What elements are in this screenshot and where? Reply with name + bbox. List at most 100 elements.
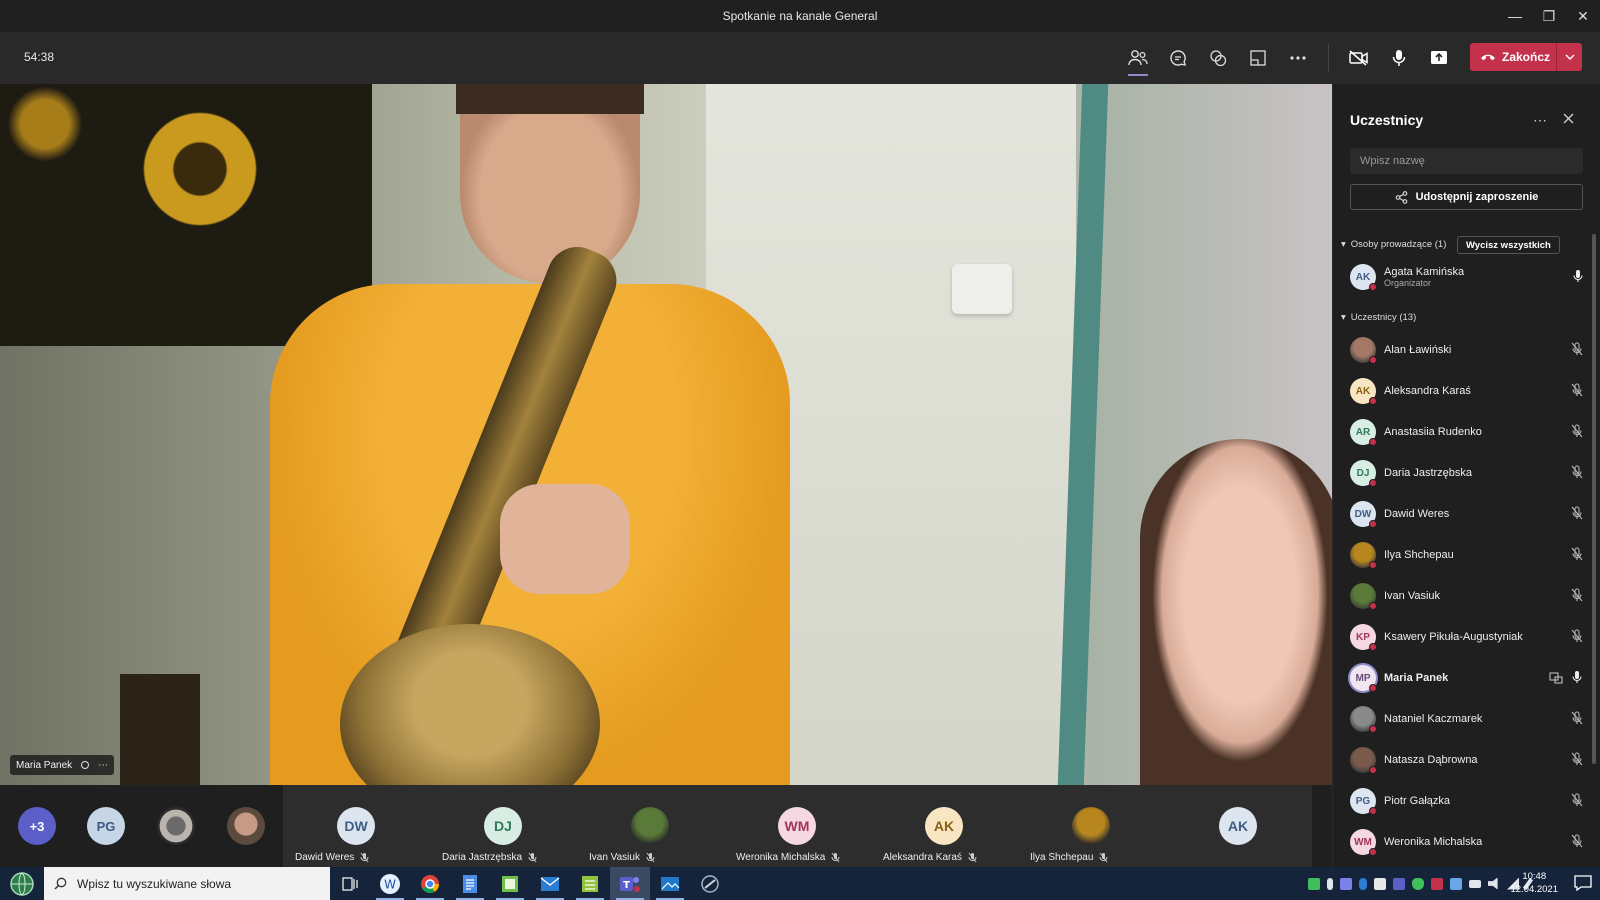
taskbar-app-document[interactable] [450,867,490,900]
tray-microphone-icon[interactable] [1327,877,1333,890]
leave-meeting-button[interactable]: Zakończ [1470,43,1582,71]
participant-row[interactable]: AK Aleksandra Karaś [1350,374,1583,408]
photos-icon [661,876,680,891]
participant-row[interactable]: Ivan Vasiuk [1350,579,1583,613]
participant-row[interactable]: PG Piotr Gałązka [1350,784,1583,818]
avatar: AK [1219,807,1257,845]
reactions-button[interactable] [1198,40,1238,76]
participant-row[interactable]: Natasza Dąbrowna [1350,743,1583,777]
participant-search-input[interactable] [1350,148,1583,174]
tray-app-icon[interactable] [1374,877,1386,890]
leave-button-main[interactable]: Zakończ [1470,50,1556,64]
tray-app-icon[interactable] [1450,877,1462,890]
chat-button[interactable] [1158,40,1198,76]
participant-name: Dawid Weres [295,852,355,863]
video-person-hair [456,84,644,114]
panel-scrollbar[interactable] [1592,234,1596,764]
leave-options-dropdown[interactable] [1556,43,1582,71]
tray-app-icon[interactable] [1340,877,1352,890]
mic-muted-icon [831,852,840,863]
participant-row[interactable]: Alan Ławiński [1350,333,1583,367]
share-screen-button[interactable] [1419,40,1459,76]
camera-toggle-button[interactable] [1339,40,1379,76]
taskbar-app-teams[interactable]: T [610,867,650,900]
taskbar-app-editor[interactable]: W [370,867,410,900]
status-dot [1369,766,1377,774]
participant-row[interactable]: AR Anastasiia Rudenko [1350,415,1583,449]
tray-shield-icon[interactable] [1412,877,1424,890]
taskbar-search[interactable]: Wpisz tu wyszukiwane słowa [44,867,330,900]
leave-button-label: Zakończ [1502,50,1551,64]
mic-muted-icon [1571,711,1583,725]
participant-row[interactable]: KP Ksawery Pikuła-Augustyniak [1350,620,1583,654]
participants-button[interactable] [1118,40,1158,76]
avatar-initials: MP [1355,672,1371,684]
tray-keyboard-icon[interactable] [1469,879,1481,888]
participant-row[interactable]: DJ Daria Jastrzębska [1350,456,1583,490]
participant-row[interactable]: WM Weronika Michalska [1350,825,1583,859]
toolbar-divider [1328,44,1329,72]
participant-tile[interactable]: WM Weronika Michalska [724,785,871,867]
tile-more-icon[interactable]: ⋯ [98,760,108,771]
mute-all-button[interactable]: Wycisz wszystkich [1457,236,1560,254]
avatar [1350,542,1377,569]
taskbar-app-mail[interactable] [530,867,570,900]
taskbar-app-chrome[interactable] [410,867,450,900]
task-view-button[interactable] [330,867,370,900]
close-window-button[interactable]: ✕ [1566,0,1600,32]
more-actions-button[interactable] [1278,40,1318,76]
mic-muted-icon [1571,793,1583,807]
view-button[interactable] [1238,40,1278,76]
participant-tile[interactable]: Ivan Vasiuk [577,785,724,867]
calculator-icon [582,875,598,892]
status-dot [1369,397,1377,405]
tray-app-icon[interactable] [1431,877,1443,890]
tray-status-icon[interactable] [1308,877,1320,890]
tray-volume-icon[interactable] [1488,877,1498,890]
participant-row[interactable]: Nataniel Kaczmarek [1350,702,1583,736]
avatar[interactable] [157,807,195,845]
avatar-initials: WM [1354,836,1372,848]
tray-app-icon[interactable] [1393,877,1405,890]
video-painting [0,84,372,346]
status-dot [1369,479,1377,487]
mic-toggle-button[interactable] [1379,40,1419,76]
panel-more-button[interactable]: ⋯ [1533,112,1547,129]
restore-button[interactable]: ❐ [1532,0,1566,32]
taskbar-app-spreadsheet[interactable] [490,867,530,900]
participant-tile[interactable]: AK [1165,785,1312,867]
participant-row[interactable]: DW Dawid Weres [1350,497,1583,531]
avatar[interactable]: PG [87,807,125,845]
participant-name: Ksawery Pikuła-Augustyniak [1384,631,1523,643]
layout-icon [1250,50,1266,66]
mic-muted-icon [528,852,537,863]
search-icon [54,877,67,890]
notifications-button[interactable] [1574,875,1592,896]
close-panel-button[interactable] [1563,111,1574,128]
participant-row[interactable]: Ilya Shchepau [1350,538,1583,572]
participant-row[interactable]: MP Maria Panek [1350,661,1583,695]
attendees-section-toggle[interactable]: ▾ Uczestnicy (13) [1341,312,1416,323]
share-invite-button[interactable]: Udostępnij zaproszenie [1350,184,1583,210]
participant-name: Maria Panek [1384,672,1449,684]
avatar: AK [1350,264,1377,291]
presenters-section-toggle[interactable]: ▾ Osoby prowadzące (1) [1341,239,1446,250]
avatar[interactable] [227,807,265,845]
taskbar-clock[interactable]: 10:48 12.04.2021 [1510,870,1558,896]
start-button[interactable] [0,867,44,900]
participant-tile[interactable]: AK Aleksandra Karaś [871,785,1018,867]
tray-bluetooth-icon[interactable] [1359,877,1367,890]
chevron-down-icon: ▾ [1341,239,1346,250]
presenter-row[interactable]: AK Agata Kamińska Organizator [1350,260,1583,294]
minimize-button[interactable]: — [1498,0,1532,32]
mail-icon [540,876,560,891]
taskbar-app-calc[interactable] [570,867,610,900]
hang-up-icon [1481,54,1495,61]
participant-tile[interactable]: DJ Daria Jastrzębska [430,785,577,867]
taskbar-app-photos[interactable] [650,867,690,900]
taskbar-app-tool[interactable] [690,867,730,900]
overflow-participants-button[interactable]: +3 [18,807,56,845]
participant-tile[interactable]: DW Dawid Weres [283,785,430,867]
participant-tile[interactable]: Ilya Shchepau [1018,785,1165,867]
avatar-initials: AK [1355,271,1371,283]
